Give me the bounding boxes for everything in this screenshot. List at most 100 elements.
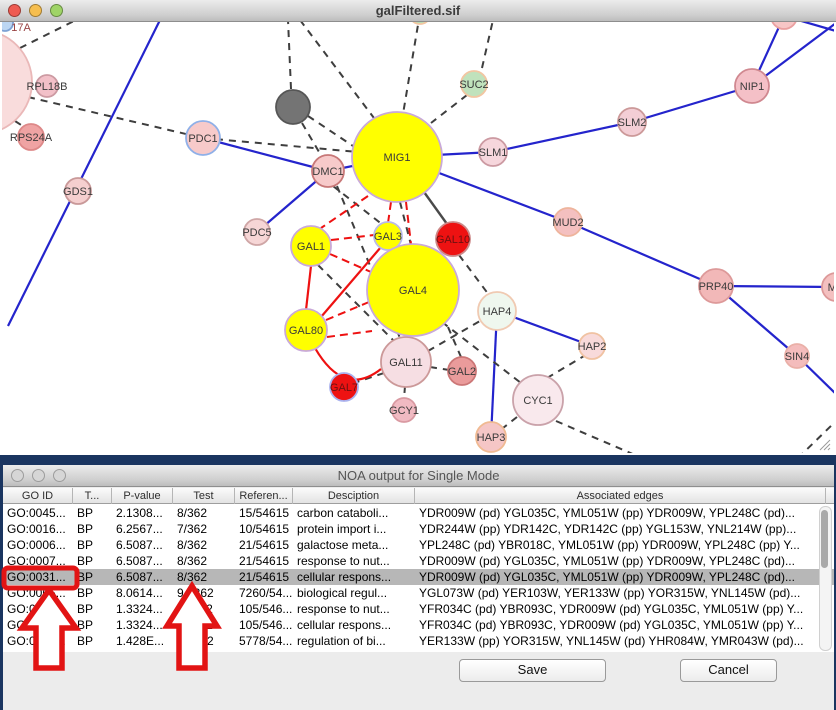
cell-r3-c4[interactable]: 21/54615 xyxy=(235,553,293,569)
network-canvas[interactable]: 17ARPL18BRPS24AGDS1PDC1MIG1DMC1SUC2SLM1S… xyxy=(2,22,834,453)
cell-r8-c2[interactable]: 1.428E... xyxy=(112,633,173,649)
column-header-referen-[interactable]: Referen... xyxy=(235,488,293,504)
column-header-t-[interactable]: T... xyxy=(73,488,112,504)
cell-r5-c3[interactable]: 94/362 xyxy=(173,585,235,601)
cell-r7-c0[interactable]: GO:0031... xyxy=(3,617,73,633)
cell-r2-c2[interactable]: 6.5087... xyxy=(112,537,173,553)
node-gray[interactable] xyxy=(276,90,310,124)
cell-r4-c4[interactable]: 21/54615 xyxy=(235,569,293,585)
cell-r0-c2[interactable]: 2.1308... xyxy=(112,505,173,521)
cell-r6-c1[interactable]: BP xyxy=(73,601,112,617)
edge-blue[interactable] xyxy=(203,138,328,171)
cell-r7-c4[interactable]: 105/546... xyxy=(235,617,293,633)
edge-graydash[interactable] xyxy=(288,22,291,89)
cell-r8-c0[interactable]: GO:0050... xyxy=(3,633,73,649)
vertical-scrollbar[interactable] xyxy=(819,506,832,651)
edge-graydash[interactable] xyxy=(357,373,384,382)
edge-blue[interactable] xyxy=(493,122,632,152)
column-header-test[interactable]: Test xyxy=(173,488,235,504)
cell-r8-c3[interactable]: 80/362 xyxy=(173,633,235,649)
edge-graydash[interactable] xyxy=(300,22,377,122)
edge-graydash[interactable] xyxy=(482,22,493,68)
cell-r1-c2[interactable]: 6.2567... xyxy=(112,521,173,537)
edge-graydash[interactable] xyxy=(302,123,322,157)
table-row-7[interactable]: GO:0031...BP1.3324...11/362105/546...cel… xyxy=(3,617,834,633)
edge-graydash[interactable] xyxy=(556,421,642,453)
cell-r2-c0[interactable]: GO:0006... xyxy=(3,537,73,553)
edge-graydash[interactable] xyxy=(430,367,449,370)
edge-graydash[interactable] xyxy=(431,95,467,123)
cell-r3-c0[interactable]: GO:0007... xyxy=(3,553,73,569)
edge-graydash[interactable] xyxy=(403,22,420,114)
edge-reddash[interactable] xyxy=(327,331,372,337)
cell-r4-c6[interactable]: YDR009W (pd) YGL035C, YML051W (pp) YDR00… xyxy=(415,569,826,585)
cell-r3-c1[interactable]: BP xyxy=(73,553,112,569)
cell-r3-c6[interactable]: YDR009W (pd) YGL035C, YML051W (pp) YDR00… xyxy=(415,553,826,569)
cell-r5-c6[interactable]: YGL073W (pd) YER103W, YER133W (pp) YOR31… xyxy=(415,585,826,601)
edge-graydash[interactable] xyxy=(547,356,584,378)
table-row-4[interactable]: GO:0031...BP6.5087...8/36221/54615cellul… xyxy=(3,569,834,585)
table-row-0[interactable]: GO:0045...BP2.1308...8/36215/54615carbon… xyxy=(3,505,834,521)
edge-graydash[interactable] xyxy=(503,417,517,428)
cell-r2-c4[interactable]: 21/54615 xyxy=(235,537,293,553)
cell-r2-c1[interactable]: BP xyxy=(73,537,112,553)
cell-r2-c3[interactable]: 8/362 xyxy=(173,537,235,553)
cell-r0-c6[interactable]: YDR009W (pd) YGL035C, YML051W (pp) YDR00… xyxy=(415,505,826,521)
edge-graydash[interactable] xyxy=(28,97,203,138)
node-top-green-partial[interactable] xyxy=(409,22,431,24)
cell-r1-c3[interactable]: 7/362 xyxy=(173,521,235,537)
cell-r4-c1[interactable]: BP xyxy=(73,569,112,585)
cell-r1-c4[interactable]: 10/54615 xyxy=(235,521,293,537)
table-row-2[interactable]: GO:0006...BP6.5087...8/36221/54615galact… xyxy=(3,537,834,553)
edge-graydash[interactable] xyxy=(459,255,489,295)
cell-r8-c4[interactable]: 5778/54... xyxy=(235,633,293,649)
cell-r7-c3[interactable]: 11/362 xyxy=(173,617,235,633)
column-header-go-id[interactable]: GO ID xyxy=(3,488,73,504)
cell-r2-c6[interactable]: YPL248C (pd) YBR018C, YML051W (pp) YDR00… xyxy=(415,537,826,553)
cell-r4-c3[interactable]: 8/362 xyxy=(173,569,235,585)
edge-reddash[interactable] xyxy=(331,235,374,240)
cell-r0-c5[interactable]: carbon cataboli... xyxy=(293,505,415,521)
cell-r7-c6[interactable]: YFR034C (pd) YBR093C, YDR009W (pd) YGL03… xyxy=(415,617,826,633)
edge-reddash[interactable] xyxy=(388,202,391,223)
edge-blue[interactable] xyxy=(568,222,716,286)
edge-blue[interactable] xyxy=(632,86,752,122)
noa-titlebar[interactable]: NOA output for Single Mode xyxy=(3,465,834,487)
edge-graysolid[interactable] xyxy=(424,192,447,224)
cell-r8-c5[interactable]: regulation of bi... xyxy=(293,633,415,649)
cell-r5-c2[interactable]: 8.0614... xyxy=(112,585,173,601)
cell-r0-c3[interactable]: 8/362 xyxy=(173,505,235,521)
cell-r6-c3[interactable]: 11/362 xyxy=(173,601,235,617)
cell-r6-c0[interactable]: GO:0031... xyxy=(3,601,73,617)
cell-r5-c5[interactable]: biological regul... xyxy=(293,585,415,601)
scrollbar-thumb[interactable] xyxy=(821,510,828,568)
table-row-5[interactable]: GO:0065...BP8.0614...94/3627260/54...bio… xyxy=(3,585,834,601)
edge-reddash[interactable] xyxy=(321,196,368,228)
cell-r5-c1[interactable]: BP xyxy=(73,585,112,601)
save-button[interactable]: Save xyxy=(459,659,606,682)
edge-reddash[interactable] xyxy=(406,202,411,244)
edge-graydash[interactable] xyxy=(404,386,405,399)
edge-reddash[interactable] xyxy=(330,254,371,272)
cell-r3-c3[interactable]: 8/362 xyxy=(173,553,235,569)
table-header[interactable]: GO IDT...P-valueTestReferen...Desciption… xyxy=(3,488,834,504)
cell-r8-c1[interactable]: BP xyxy=(73,633,112,649)
network-titlebar[interactable]: galFiltered.sif xyxy=(0,0,836,22)
cell-r4-c2[interactable]: 6.5087... xyxy=(112,569,173,585)
cell-r7-c5[interactable]: cellular respons... xyxy=(293,617,415,633)
table-row-3[interactable]: GO:0007...BP6.5087...8/36221/54615respon… xyxy=(3,553,834,569)
column-header-p-value[interactable]: P-value xyxy=(112,488,173,504)
cell-r6-c6[interactable]: YFR034C (pd) YBR093C, YDR009W (pd) YGL03… xyxy=(415,601,826,617)
node-top-right-partial[interactable] xyxy=(771,22,797,29)
cell-r1-c5[interactable]: protein import i... xyxy=(293,521,415,537)
column-header-desciption[interactable]: Desciption xyxy=(293,488,415,504)
cell-r1-c1[interactable]: BP xyxy=(73,521,112,537)
cell-r8-c6[interactable]: YER133W (pp) YOR315W, YNL145W (pd) YHR08… xyxy=(415,633,826,649)
column-header-associated-edges[interactable]: Associated edges xyxy=(415,488,826,504)
cell-r6-c5[interactable]: response to nut... xyxy=(293,601,415,617)
edge-graydash[interactable] xyxy=(308,116,356,148)
cell-r2-c5[interactable]: galactose meta... xyxy=(293,537,415,553)
cell-r4-c0[interactable]: GO:0031... xyxy=(3,569,73,585)
cancel-button[interactable]: Cancel xyxy=(680,659,777,682)
table-row-8[interactable]: GO:0050...BP1.428E...80/3625778/54...reg… xyxy=(3,633,834,649)
